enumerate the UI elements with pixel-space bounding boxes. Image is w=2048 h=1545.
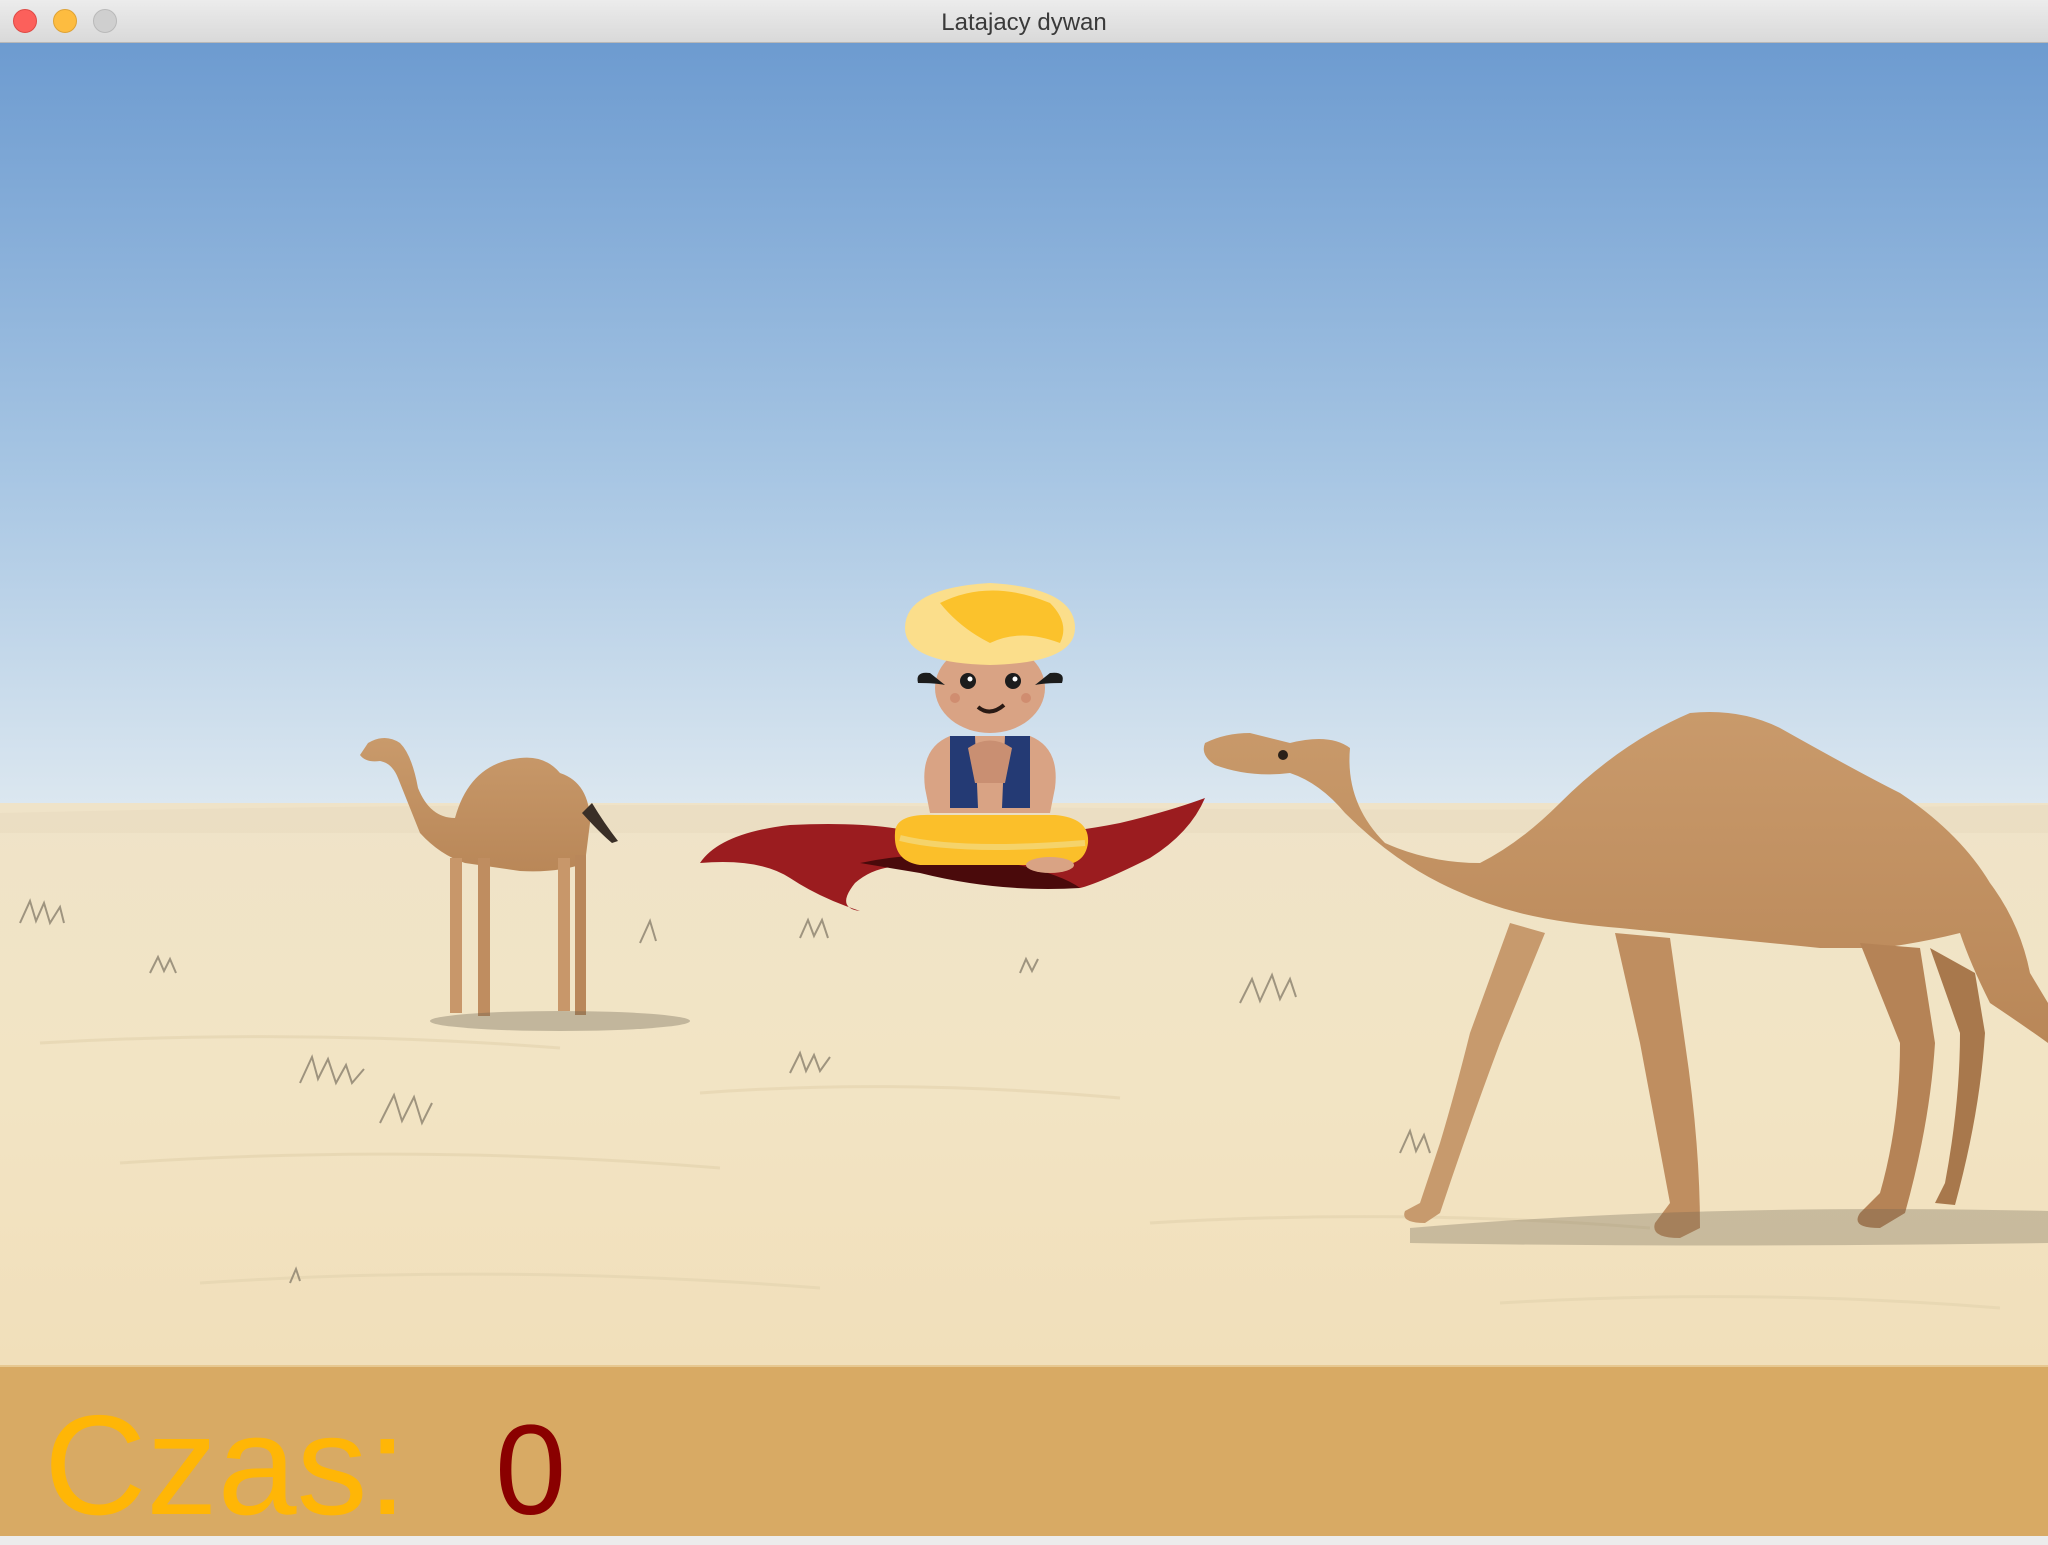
time-label: Czas: <box>44 1386 407 1545</box>
window-title: Latajacy dywan <box>941 9 1107 36</box>
title-bar[interactable]: Latajacy dywan <box>0 0 2048 43</box>
time-value: 0 <box>495 1399 567 1542</box>
hud-bar: Czas: 0 <box>0 1365 2048 1545</box>
scene-svg <box>0 43 2048 1365</box>
game-window: Latajacy dywan Czas: 0 <box>0 0 2048 1545</box>
game-canvas[interactable] <box>0 43 2048 1365</box>
